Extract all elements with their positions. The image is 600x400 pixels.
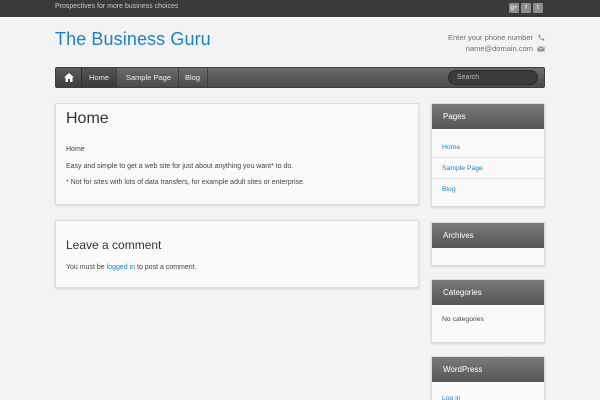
login-link[interactable]: logged in xyxy=(107,264,135,271)
facebook-icon[interactable]: f xyxy=(521,3,531,13)
phone-text: Enter your phone number xyxy=(447,33,533,42)
sidebar-link-blog[interactable]: Blog xyxy=(432,179,544,200)
archives-widget-title: Archives xyxy=(432,223,544,248)
archives-widget: Archives xyxy=(431,222,545,266)
google-plus-icon[interactable]: g+ xyxy=(509,3,519,13)
comment-suffix: to post a comment. xyxy=(137,264,197,271)
nav-item-blog[interactable]: Blog xyxy=(178,68,209,87)
comment-heading: Leave a comment xyxy=(66,238,162,252)
search-input[interactable] xyxy=(448,70,538,85)
wordpress-widget-title: WordPress xyxy=(432,357,544,382)
site-title[interactable]: The Business Guru xyxy=(55,29,211,50)
post-line-3: * Not for sites with lots of data transf… xyxy=(66,179,305,186)
comment-prefix: You must be xyxy=(66,264,105,271)
nav-item-home[interactable]: Home xyxy=(82,68,118,87)
nav-item-sample-page[interactable]: Sample Page xyxy=(119,68,180,87)
categories-widget: Categories No categories xyxy=(431,279,545,343)
twitter-icon[interactable]: t xyxy=(533,3,543,13)
contact-info: Enter your phone number name@domain.com xyxy=(448,32,545,54)
page-title: Home xyxy=(66,110,109,127)
nav-home-button[interactable] xyxy=(56,68,82,87)
sidebar-link-login[interactable]: Log in xyxy=(432,388,544,400)
social-links: g+ f t xyxy=(509,3,543,13)
phone-icon xyxy=(538,34,545,40)
email-text: name@domain.com xyxy=(465,44,533,53)
top-bar: Prospectives for more business choices g… xyxy=(0,0,600,17)
categories-empty-text: No categories xyxy=(442,316,484,323)
email-icon xyxy=(537,45,545,51)
sidebar-link-sample-page[interactable]: Sample Page xyxy=(432,158,544,179)
pages-widget-title: Pages xyxy=(432,104,544,129)
comment-notice: You must be logged in to post a comment. xyxy=(66,264,197,271)
sidebar-link-home[interactable]: Home xyxy=(432,137,544,158)
main-navigation: Home Sample Page Blog xyxy=(55,67,545,88)
post-line-1: Home xyxy=(66,146,85,153)
post-line-2: Easy and simple to get a web site for ju… xyxy=(66,163,294,170)
categories-widget-title: Categories xyxy=(432,280,544,305)
pages-widget: Pages Home Sample Page Blog xyxy=(431,103,545,207)
comment-section: Leave a comment You must be logged in to… xyxy=(55,220,419,288)
wordpress-widget: WordPress Log in xyxy=(431,356,545,400)
site-tagline: Prospectives for more business choices xyxy=(55,3,179,10)
post-content: Home Home Easy and simple to get a web s… xyxy=(55,103,419,205)
home-icon xyxy=(63,73,74,82)
